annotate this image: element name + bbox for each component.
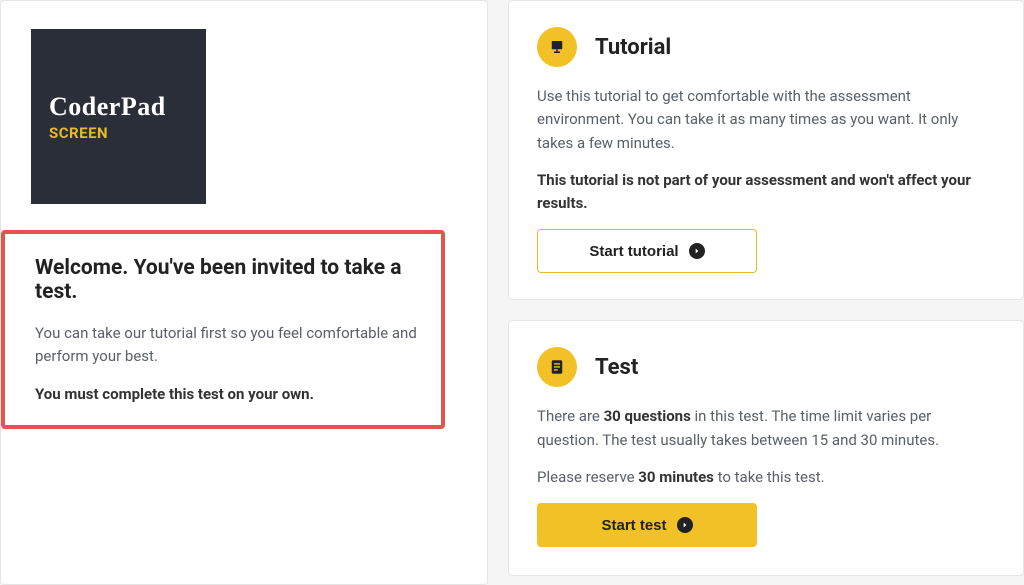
welcome-desc: You can take our tutorial first so you f… [35,322,421,367]
start-tutorial-button[interactable]: Start tutorial [537,229,757,273]
tutorial-notice: This tutorial is not part of your assess… [537,169,995,216]
start-test-label: Start test [601,517,666,534]
start-test-button[interactable]: Start test [537,503,757,547]
test-card: Test There are 30 questions in this test… [508,320,1024,576]
welcome-title: Welcome. You've been invited to take a t… [35,256,421,304]
chevron-right-icon [689,243,705,259]
brand-logo: CoderPad SCREEN [31,29,206,204]
test-title: Test [595,355,638,380]
chevron-right-icon [677,517,693,533]
welcome-box: Welcome. You've been invited to take a t… [1,230,445,429]
test-reserve-line: Please reserve 30 minutes to take this t… [537,466,995,489]
logo-sub-text: SCREEN [49,124,206,142]
logo-main-text: CoderPad [49,92,206,122]
start-tutorial-label: Start tutorial [589,243,678,260]
welcome-rule: You must complete this test on your own. [35,385,421,403]
welcome-panel: CoderPad SCREEN Welcome. You've been inv… [0,0,488,585]
test-questions-line: There are 30 questions in this test. The… [537,405,995,452]
card-header: Test [537,347,995,387]
tutorial-title: Tutorial [595,35,671,60]
tutorial-icon [537,27,577,67]
card-header: Tutorial [537,27,995,67]
right-column: Tutorial Use this tutorial to get comfor… [508,0,1024,585]
tutorial-card: Tutorial Use this tutorial to get comfor… [508,0,1024,300]
tutorial-desc: Use this tutorial to get comfortable wit… [537,85,995,155]
test-icon [537,347,577,387]
